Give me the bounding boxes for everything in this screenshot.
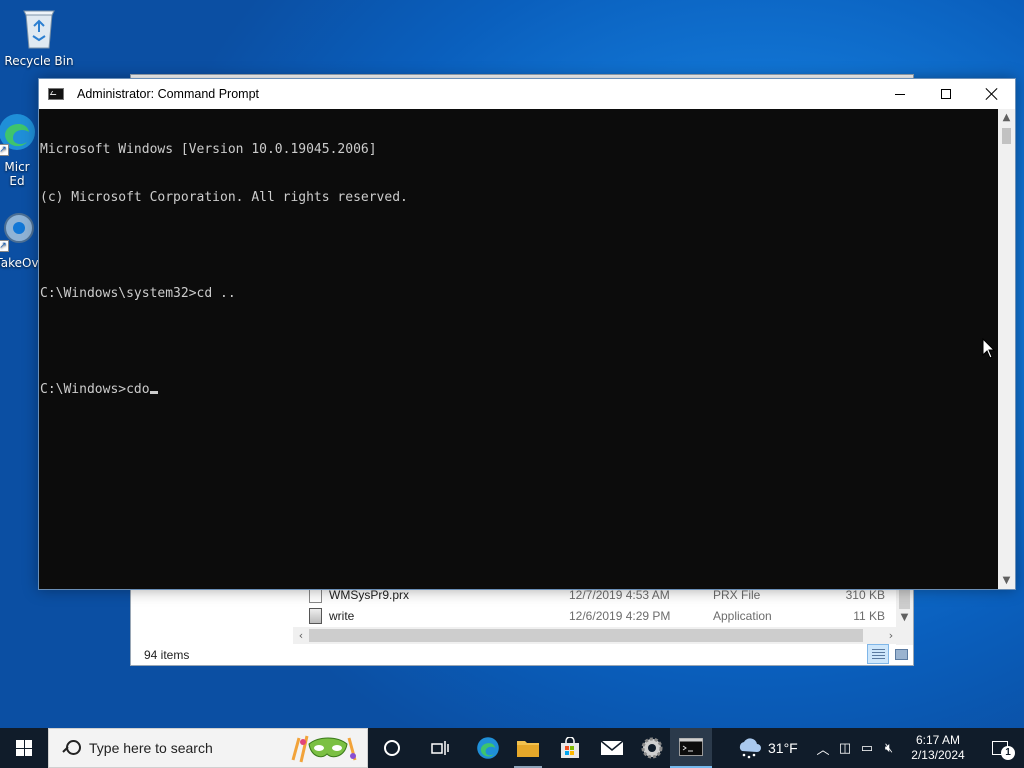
scrollbar-thumb[interactable] xyxy=(309,629,863,642)
recycle-bin-label: Recycle Bin xyxy=(4,54,74,68)
minimize-button[interactable] xyxy=(877,79,923,109)
file-explorer-icon xyxy=(517,741,539,757)
maximize-icon xyxy=(941,89,951,99)
scroll-down-arrow-icon[interactable]: ▼ xyxy=(998,572,1015,589)
text-cursor xyxy=(149,391,158,394)
console-input-line[interactable]: C:\Windows>cdo xyxy=(40,382,997,398)
file-row[interactable]: write 12/6/2019 4:29 PM Application 11 K… xyxy=(309,606,895,627)
edge-icon xyxy=(477,737,499,759)
file-name: WMSysPr9.prx xyxy=(329,588,410,602)
store-icon xyxy=(561,737,579,758)
scroll-left-arrow-icon[interactable]: ‹ xyxy=(293,627,309,644)
notification-count-badge: 1 xyxy=(1001,746,1015,760)
close-button[interactable] xyxy=(969,79,1015,109)
close-icon xyxy=(986,88,998,100)
notification-icon: 1 xyxy=(992,741,1015,760)
file-name: write xyxy=(329,609,355,623)
clock-date: 2/13/2024 xyxy=(911,748,965,762)
recycle-bin-icon xyxy=(19,6,59,50)
show-hidden-icons-chevron-icon[interactable]: ︿ xyxy=(812,739,834,758)
console-output[interactable]: Microsoft Windows [Version 10.0.19045.20… xyxy=(39,109,998,589)
scroll-up-arrow-icon[interactable]: ▲ xyxy=(998,109,1015,126)
console-current-input[interactable]: C:\Windows>cdo xyxy=(40,382,150,397)
clock-time: 6:17 AM xyxy=(915,733,961,747)
file-size: 11 KB xyxy=(853,609,885,623)
command-prompt-window[interactable]: Administrator: Command Prompt Microsoft … xyxy=(38,78,1016,590)
taskbar-edge-button[interactable] xyxy=(466,728,510,768)
shortcut-arrow-icon: ↗ xyxy=(0,144,9,156)
settings-icon xyxy=(641,737,663,759)
taskbar-command-prompt-button[interactable] xyxy=(670,728,712,768)
command-prompt-icon[interactable] xyxy=(48,88,64,100)
large-icons-view-button[interactable] xyxy=(890,644,912,664)
vertical-scrollbar[interactable]: ▲ ▼ xyxy=(998,109,1015,589)
weather-temperature: 31°F xyxy=(768,740,798,756)
horizontal-scrollbar[interactable]: ‹ › xyxy=(293,627,899,644)
system-tray: ︿ ◫ ▭ 🔇︎ xyxy=(812,728,900,768)
scroll-down-arrow-icon[interactable]: ▼ xyxy=(896,612,913,623)
application-icon xyxy=(309,608,322,624)
taskbar-mail-button[interactable] xyxy=(590,728,634,768)
file-type: PRX File xyxy=(713,588,761,602)
scrollbar-thumb[interactable] xyxy=(1002,128,1011,144)
file-type: Application xyxy=(713,609,772,623)
weather-widget[interactable]: 31°F xyxy=(736,728,798,768)
action-center-button[interactable]: 1 xyxy=(980,728,1020,768)
large-icons-view-icon xyxy=(895,649,908,660)
gear-icon: ↗ xyxy=(0,208,37,252)
volume-muted-icon[interactable]: 🔇︎ xyxy=(878,740,900,756)
search-placeholder: Type here to search xyxy=(89,740,213,756)
minimize-icon xyxy=(895,93,905,95)
file-date: 12/7/2019 4:53 AM xyxy=(569,588,670,602)
console-line: C:\Windows\system32>cd .. xyxy=(40,286,236,301)
taskbar-settings-button[interactable] xyxy=(630,728,674,768)
desktop-icon-recycle-bin[interactable]: Recycle Bin xyxy=(0,6,78,68)
search-highlight-mask-icon[interactable] xyxy=(289,732,363,766)
scroll-right-arrow-icon[interactable]: › xyxy=(883,627,899,644)
taskbar: Type here to search 31°F ︿ ◫ ▭ 🔇︎ 6:17 A… xyxy=(0,728,1024,768)
edge-icon: ↗ xyxy=(0,112,37,156)
start-button[interactable] xyxy=(0,728,48,768)
taskbar-search-box[interactable]: Type here to search xyxy=(48,728,368,768)
file-date: 12/6/2019 4:29 PM xyxy=(569,609,671,623)
mail-icon xyxy=(600,740,624,755)
title-bar[interactable]: Administrator: Command Prompt xyxy=(39,79,1015,109)
mouse-pointer-icon xyxy=(982,338,996,359)
taskbar-clock[interactable]: 6:17 AM 2/13/2024 xyxy=(906,728,970,768)
task-view-button[interactable] xyxy=(418,728,462,768)
meet-now-icon[interactable]: ◫ xyxy=(834,740,856,756)
file-size: 310 KB xyxy=(845,588,885,602)
cloud-snow-icon xyxy=(739,738,761,759)
shortcut-arrow-icon: ↗ xyxy=(0,240,9,252)
command-prompt-icon xyxy=(679,738,703,756)
taskbar-file-explorer-button[interactable] xyxy=(506,728,550,768)
details-view-button[interactable] xyxy=(867,644,889,664)
details-view-icon xyxy=(872,649,885,660)
window-title: Administrator: Command Prompt xyxy=(77,87,260,101)
status-item-count: 94 items xyxy=(144,648,190,662)
network-icon[interactable]: ▭ xyxy=(856,740,878,756)
console-line: (c) Microsoft Corporation. All rights re… xyxy=(40,190,408,205)
console-line: Microsoft Windows [Version 10.0.19045.20… xyxy=(40,142,377,157)
cortana-icon xyxy=(384,740,400,756)
task-view-icon xyxy=(431,741,449,755)
search-icon xyxy=(63,740,81,756)
taskbar-store-button[interactable] xyxy=(548,728,592,768)
cortana-button[interactable] xyxy=(372,728,412,768)
windows-logo-icon xyxy=(16,740,32,756)
maximize-button[interactable] xyxy=(923,79,969,109)
